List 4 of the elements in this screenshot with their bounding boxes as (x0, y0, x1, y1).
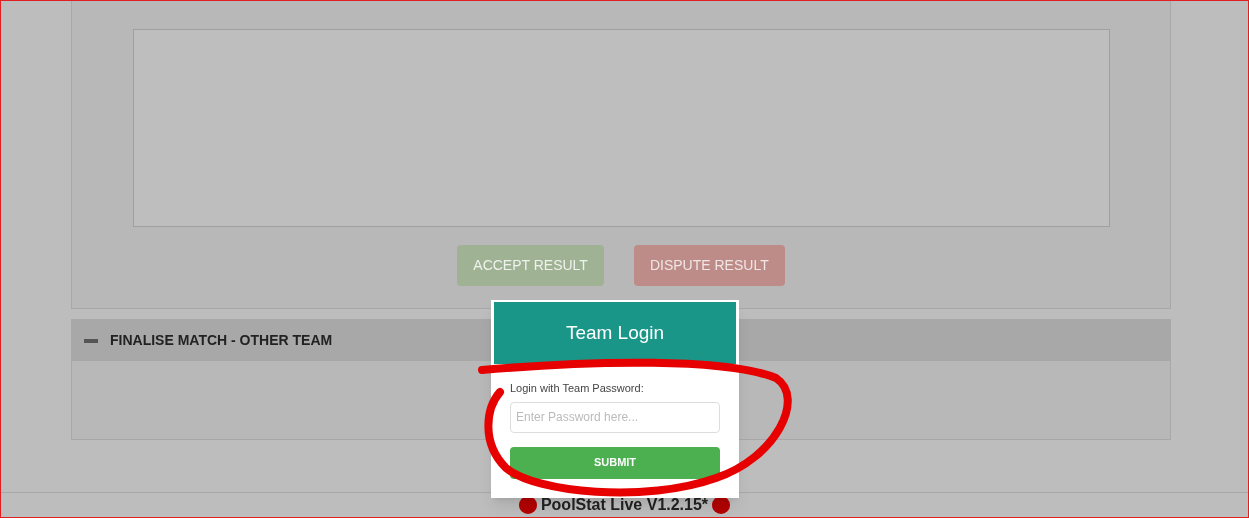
version-label: PoolStat Live V1.2.15* (540, 494, 709, 515)
panel-title: FINALISE MATCH - OTHER TEAM (110, 331, 333, 350)
password-label: Login with Team Password: (510, 381, 645, 396)
modal-title: Team Login (494, 302, 736, 364)
